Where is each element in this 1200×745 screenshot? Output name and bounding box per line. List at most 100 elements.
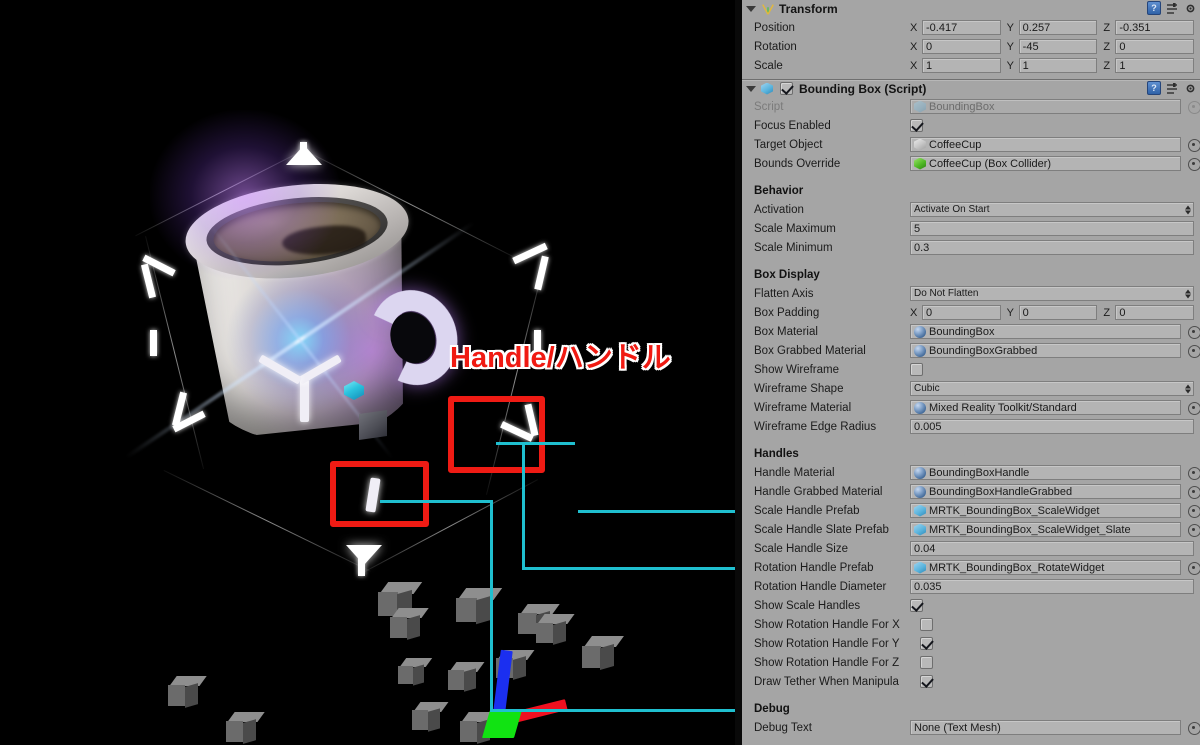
scale-handle-slate-prefab-row[interactable]: Scale Handle Slate Prefab MRTK_BoundingB…: [742, 520, 1200, 539]
foldout-arrow-icon[interactable]: [746, 85, 756, 92]
box-material-row[interactable]: Box Material BoundingBox: [742, 322, 1200, 341]
preset-icon[interactable]: [1166, 82, 1179, 95]
activation-row[interactable]: Activation Activate On Start: [742, 200, 1200, 219]
gear-icon[interactable]: [1184, 82, 1197, 95]
box-grabbed-material-row[interactable]: Box Grabbed Material BoundingBoxGrabbed: [742, 341, 1200, 360]
rotation-x-input[interactable]: 0: [922, 39, 1001, 54]
foldout-arrow-icon[interactable]: [746, 6, 756, 12]
scale-handle-size-row[interactable]: Scale Handle Size 0.04: [742, 539, 1200, 558]
bbox-scale-arrow-down[interactable]: [346, 545, 382, 565]
vector3-field[interactable]: X 0 Y 0 Z 0: [910, 305, 1195, 320]
preset-icon[interactable]: [1166, 2, 1179, 15]
scale-handle-prefab-row[interactable]: Scale Handle Prefab MRTK_BoundingBox_Sca…: [742, 501, 1200, 520]
scene-viewport[interactable]: Handle/ハンドル: [0, 0, 742, 745]
object-picker-icon[interactable]: [1187, 401, 1200, 415]
object-picker-icon[interactable]: [1187, 325, 1200, 339]
bounding-box-component-header[interactable]: Bounding Box (Script) ?: [742, 79, 1200, 97]
help-icon[interactable]: ?: [1147, 1, 1161, 15]
show-rotation-handle-y-checkbox[interactable]: [920, 637, 933, 650]
object-picker-icon[interactable]: [1187, 504, 1200, 518]
wireframe-edge-radius-row[interactable]: Wireframe Edge Radius 0.005: [742, 417, 1200, 436]
wireframe-shape-dropdown[interactable]: Cubic: [910, 381, 1194, 396]
show-scale-handles-checkbox[interactable]: [910, 599, 923, 612]
object-picker-icon[interactable]: [1187, 485, 1200, 499]
scale-handle-prefab-field[interactable]: MRTK_BoundingBox_ScaleWidget: [910, 503, 1181, 518]
handle-material-row[interactable]: Handle Material BoundingBoxHandle: [742, 463, 1200, 482]
coffee-cup-model[interactable]: [168, 163, 471, 469]
show-scale-handles-row[interactable]: Show Scale Handles: [742, 596, 1200, 615]
scale-maximum-input[interactable]: 5: [910, 221, 1194, 236]
scale-minimum-input[interactable]: 0.3: [910, 240, 1194, 255]
wireframe-shape-row[interactable]: Wireframe Shape Cubic: [742, 379, 1200, 398]
rotation-y-input[interactable]: -45: [1018, 39, 1098, 54]
show-rotation-handle-z-checkbox[interactable]: [920, 656, 933, 669]
target-object-field[interactable]: CoffeeCup: [910, 137, 1181, 152]
gear-icon[interactable]: [1184, 2, 1197, 15]
box-material-field[interactable]: BoundingBox: [910, 324, 1181, 339]
rotate-widget-arm[interactable]: [300, 380, 309, 422]
scale-z-input[interactable]: 1: [1115, 58, 1195, 73]
scale-maximum-row[interactable]: Scale Maximum 5: [742, 219, 1200, 238]
flatten-axis-dropdown[interactable]: Do Not Flatten: [910, 286, 1194, 301]
debug-text-row[interactable]: Debug Text None (Text Mesh): [742, 718, 1200, 737]
bounds-override-row[interactable]: Bounds Override CoffeeCup (Box Collider): [742, 154, 1200, 173]
rotation-z-input[interactable]: 0: [1115, 39, 1195, 54]
focus-enabled-row[interactable]: Focus Enabled: [742, 116, 1200, 135]
bbox-corner-bracket[interactable]: [140, 263, 157, 299]
vector3-field[interactable]: X -0.417 Y 0.257 Z -0.351: [910, 20, 1195, 35]
show-wireframe-row[interactable]: Show Wireframe: [742, 360, 1200, 379]
transform-component-header[interactable]: Transform ?: [742, 0, 1200, 18]
object-picker-icon[interactable]: [1187, 721, 1200, 735]
inspector-panel[interactable]: Transform ? Position X -0.417 Y 0.257 Z …: [742, 0, 1200, 745]
object-picker-icon[interactable]: [1187, 561, 1200, 575]
component-enabled-checkbox[interactable]: [780, 82, 793, 95]
rotation-handle-prefab-field[interactable]: MRTK_BoundingBox_RotateWidget: [910, 560, 1181, 575]
transform-scale-row[interactable]: Scale X 1 Y 1 Z 1: [742, 56, 1200, 75]
wireframe-material-row[interactable]: Wireframe Material Mixed Reality Toolkit…: [742, 398, 1200, 417]
bbox-corner-bracket[interactable]: [534, 255, 549, 291]
activation-dropdown[interactable]: Activate On Start: [910, 202, 1194, 217]
handle-grabbed-material-field[interactable]: BoundingBoxHandleGrabbed: [910, 484, 1181, 499]
handle-grabbed-material-row[interactable]: Handle Grabbed Material BoundingBoxHandl…: [742, 482, 1200, 501]
show-rotation-handle-x-row[interactable]: Show Rotation Handle For X: [742, 615, 1200, 634]
show-rotation-handle-z-row[interactable]: Show Rotation Handle For Z: [742, 653, 1200, 672]
scale-y-input[interactable]: 1: [1018, 58, 1098, 73]
transform-rotation-row[interactable]: Rotation X 0 Y -45 Z 0: [742, 37, 1200, 56]
transform-position-row[interactable]: Position X -0.417 Y 0.257 Z -0.351: [742, 18, 1200, 37]
wireframe-material-field[interactable]: Mixed Reality Toolkit/Standard: [910, 400, 1181, 415]
handle-material-field[interactable]: BoundingBoxHandle: [910, 465, 1181, 480]
bbox-scale-arrow-up[interactable]: [286, 145, 322, 165]
box-padding-y-input[interactable]: 0: [1018, 305, 1098, 320]
draw-tether-row[interactable]: Draw Tether When Manipula: [742, 672, 1200, 691]
bounds-override-field[interactable]: CoffeeCup (Box Collider): [910, 156, 1181, 171]
box-grabbed-material-field[interactable]: BoundingBoxGrabbed: [910, 343, 1181, 358]
scale-handle-size-input[interactable]: 0.04: [910, 541, 1194, 556]
component-header-icons[interactable]: ?: [1147, 81, 1197, 95]
position-y-input[interactable]: 0.257: [1018, 20, 1098, 35]
object-picker-icon[interactable]: [1187, 466, 1200, 480]
help-icon[interactable]: ?: [1147, 81, 1161, 95]
draw-tether-checkbox[interactable]: [920, 675, 933, 688]
show-rotation-handle-x-checkbox[interactable]: [920, 618, 933, 631]
position-z-input[interactable]: -0.351: [1115, 20, 1195, 35]
scale-handle-slate-prefab-field[interactable]: MRTK_BoundingBox_ScaleWidget_Slate: [910, 522, 1181, 537]
box-padding-row[interactable]: Box Padding X 0 Y 0 Z 0: [742, 303, 1200, 322]
position-x-input[interactable]: -0.417: [922, 20, 1001, 35]
component-header-icons[interactable]: ?: [1147, 1, 1197, 15]
object-picker-icon[interactable]: [1187, 138, 1200, 152]
scale-handle-cube[interactable]: [359, 410, 387, 440]
rotation-handle-diameter-row[interactable]: Rotation Handle Diameter 0.035: [742, 577, 1200, 596]
wireframe-edge-radius-input[interactable]: 0.005: [910, 419, 1194, 434]
debug-text-field[interactable]: None (Text Mesh): [910, 720, 1181, 735]
focus-enabled-checkbox[interactable]: [910, 119, 923, 132]
object-picker-icon[interactable]: [1187, 157, 1200, 171]
object-picker-icon[interactable]: [1187, 344, 1200, 358]
object-picker-icon[interactable]: [1187, 523, 1200, 537]
scale-x-input[interactable]: 1: [922, 58, 1001, 73]
box-padding-x-input[interactable]: 0: [922, 305, 1001, 320]
rotation-handle-diameter-input[interactable]: 0.035: [910, 579, 1194, 594]
flatten-axis-row[interactable]: Flatten Axis Do Not Flatten: [742, 284, 1200, 303]
vector3-field[interactable]: X 1 Y 1 Z 1: [910, 58, 1195, 73]
box-padding-z-input[interactable]: 0: [1115, 305, 1195, 320]
show-wireframe-checkbox[interactable]: [910, 363, 923, 376]
